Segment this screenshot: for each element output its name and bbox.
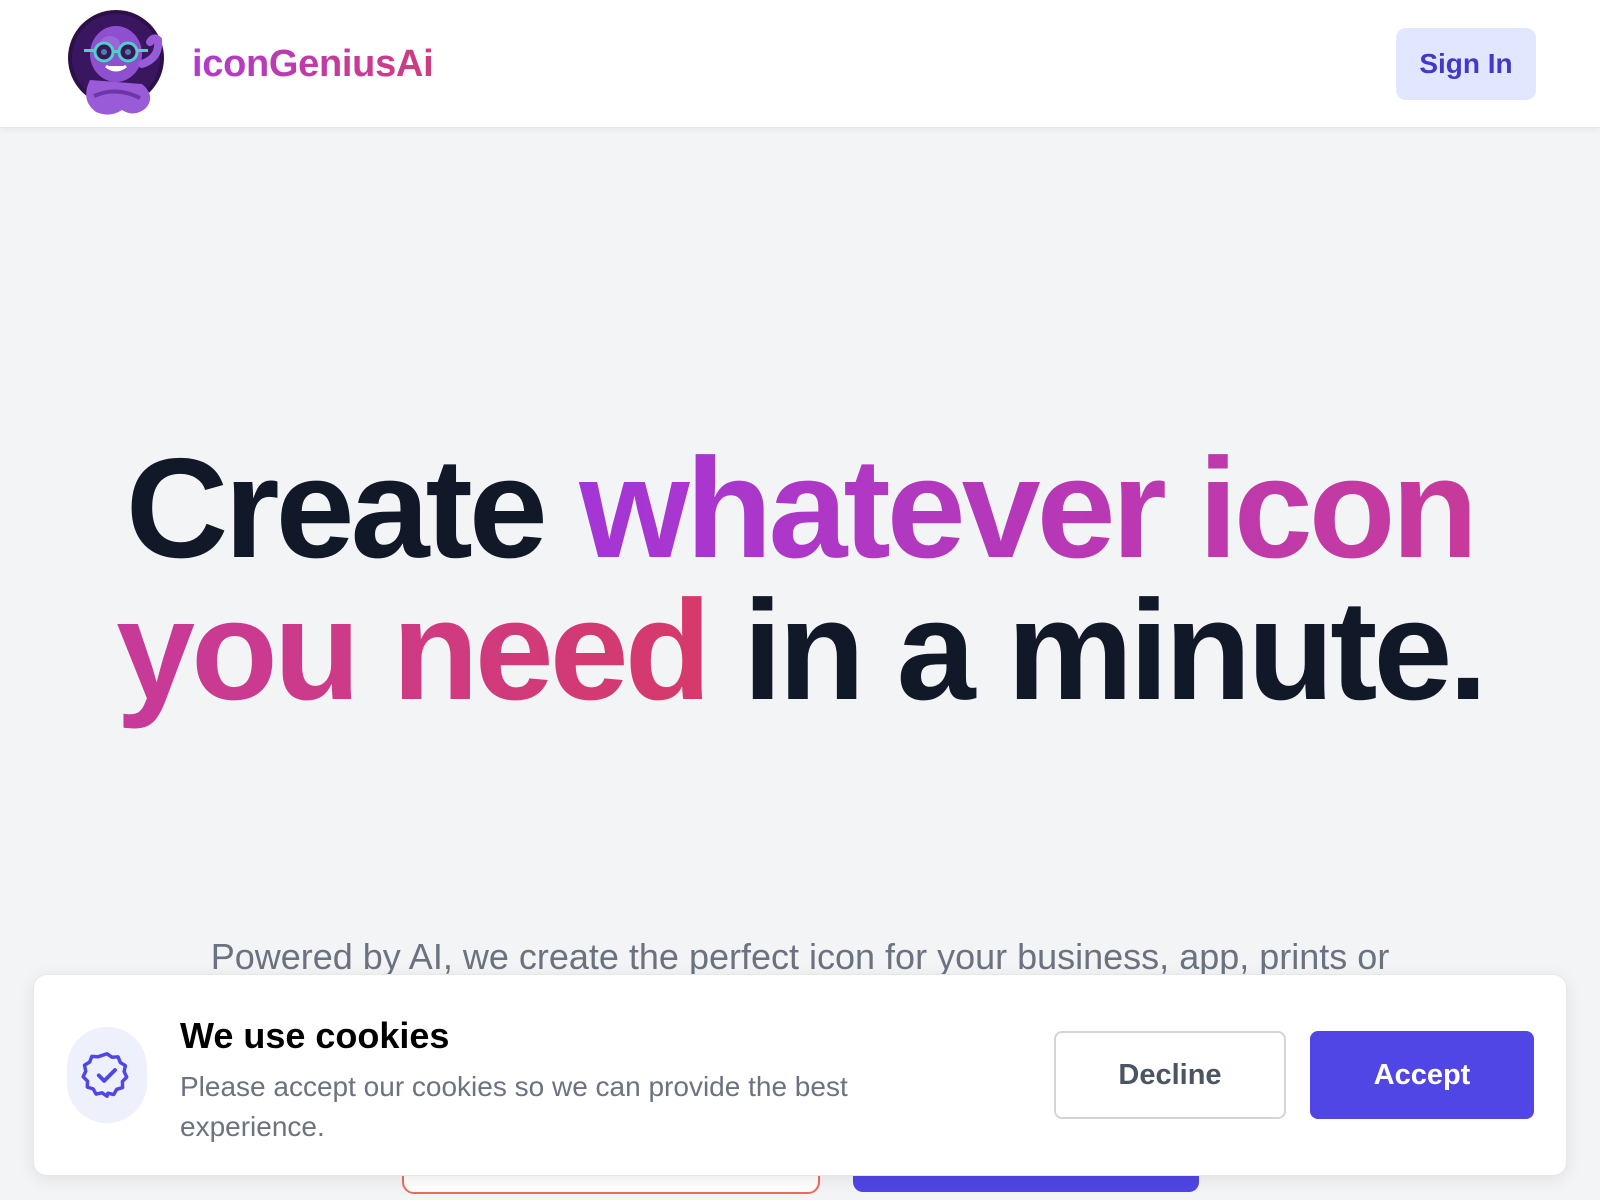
brand-name: iconGeniusAi bbox=[192, 42, 434, 85]
brand[interactable]: iconGeniusAi bbox=[66, 8, 434, 120]
cookie-icon-wrapper bbox=[67, 1027, 147, 1123]
cookie-banner: We use cookies Please accept our cookies… bbox=[33, 974, 1567, 1176]
site-header: iconGeniusAi Sign In bbox=[0, 0, 1600, 128]
verified-badge-icon bbox=[81, 1052, 129, 1098]
cookie-text: Please accept our cookies so we can prov… bbox=[180, 1071, 848, 1142]
hero-title-part1: Create bbox=[125, 429, 580, 588]
sign-in-button[interactable]: Sign In bbox=[1396, 28, 1536, 100]
hero-title: Create whatever icon you need in a minut… bbox=[100, 438, 1500, 722]
hero-title-part2: in a minute. bbox=[707, 571, 1488, 730]
octopus-mascot-icon bbox=[68, 10, 164, 115]
hero-subtitle: Powered by AI, we create the perfect ico… bbox=[210, 936, 1390, 977]
accept-button[interactable]: Accept bbox=[1310, 1031, 1534, 1119]
decline-button[interactable]: Decline bbox=[1054, 1031, 1286, 1119]
cookie-title: We use cookies bbox=[180, 1015, 450, 1056]
